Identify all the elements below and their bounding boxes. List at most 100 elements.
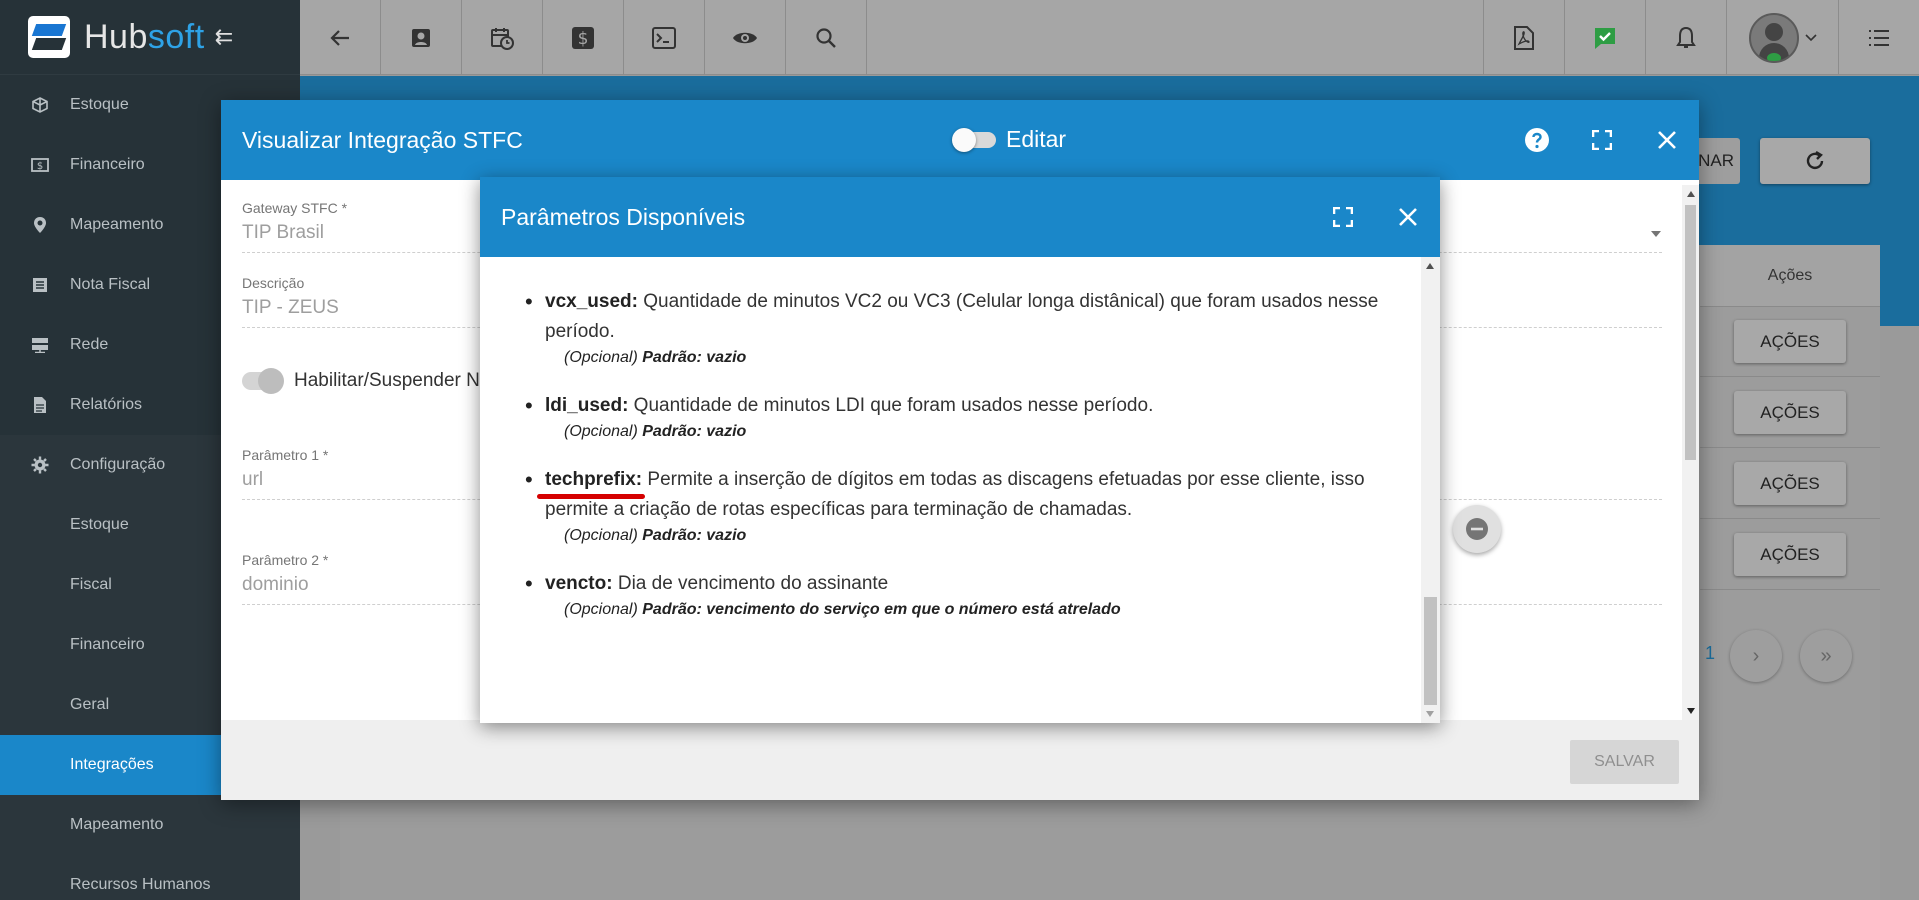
fullscreen-icon bbox=[1591, 130, 1612, 150]
modal-title: Visualizar Integração STFC bbox=[242, 126, 523, 153]
scroll-up-arrow[interactable] bbox=[1687, 191, 1695, 197]
scroll-up-arrow[interactable] bbox=[1426, 263, 1434, 269]
top-toolbar: $ bbox=[300, 0, 1919, 75]
sidebar-item-label: Estoque bbox=[70, 96, 129, 113]
switch-knob[interactable] bbox=[258, 368, 284, 394]
sidebar-subitem-recursos-humanos[interactable]: Recursos Humanos bbox=[0, 855, 300, 900]
box-icon bbox=[30, 95, 50, 115]
edit-toggle-label: Editar bbox=[1006, 126, 1067, 152]
refresh-button[interactable] bbox=[1760, 138, 1870, 184]
search-button[interactable] bbox=[786, 0, 867, 75]
chevron-right-icon: › bbox=[1752, 644, 1760, 667]
inner-close-button[interactable] bbox=[1375, 177, 1440, 257]
list-item: • ldi_used: Quantidade de minutos LDI qu… bbox=[525, 393, 1154, 440]
switch-track[interactable] bbox=[242, 368, 284, 394]
param-key: ldi_used: bbox=[545, 395, 629, 416]
save-button[interactable]: SALVAR bbox=[1570, 740, 1679, 784]
map-pin-icon bbox=[30, 215, 50, 235]
sidebar-subitem-label: Estoque bbox=[70, 516, 129, 533]
logo-icon bbox=[28, 16, 70, 58]
scrollbar-thumb[interactable] bbox=[1685, 205, 1696, 460]
param-description: Dia de vencimento do assinante bbox=[612, 573, 889, 594]
terminal-button[interactable] bbox=[624, 0, 705, 75]
param-description: Permite a inserção de dígitos em todas a… bbox=[545, 469, 1365, 520]
param-key: vcx_used: bbox=[545, 291, 638, 312]
acoes-button[interactable]: AÇÕES bbox=[1734, 391, 1846, 434]
param-default: Padrão: vazio bbox=[642, 527, 747, 544]
next-page-button[interactable]: › bbox=[1730, 630, 1782, 682]
help-icon bbox=[1524, 128, 1549, 152]
user-menu[interactable] bbox=[1726, 0, 1838, 75]
inner-modal-header: Parâmetros Disponíveis bbox=[480, 177, 1440, 257]
inner-fullscreen-button[interactable] bbox=[1310, 177, 1375, 257]
help-button[interactable] bbox=[1504, 100, 1569, 180]
contact-card-icon bbox=[412, 28, 430, 47]
scrollbar-thumb[interactable] bbox=[1424, 597, 1437, 705]
notifications-button[interactable] bbox=[1645, 0, 1726, 75]
scroll-down-arrow[interactable] bbox=[1426, 711, 1434, 717]
server-icon bbox=[30, 335, 50, 355]
switch-label: Habilitar/Suspender N bbox=[294, 370, 480, 391]
actions-column-header-label: Ações bbox=[1767, 266, 1813, 284]
schedule-button[interactable] bbox=[462, 0, 543, 75]
edit-toggle[interactable]: Editar bbox=[952, 126, 1067, 153]
list-menu-icon bbox=[1869, 29, 1889, 46]
dropdown-arrow-icon bbox=[1651, 231, 1661, 237]
edit-toggle-track[interactable] bbox=[952, 127, 996, 152]
acoes-button[interactable]: AÇÕES bbox=[1734, 462, 1846, 505]
menu-button[interactable] bbox=[1838, 0, 1919, 75]
inner-scrollbar[interactable] bbox=[1421, 257, 1440, 723]
task-check-icon bbox=[1595, 27, 1615, 49]
sidebar-item-label: Nota Fiscal bbox=[70, 276, 151, 293]
minus-circle-icon bbox=[1466, 518, 1488, 540]
collapse-sidebar-icon[interactable]: ⇇ bbox=[215, 24, 233, 50]
close-button[interactable] bbox=[1634, 100, 1699, 180]
table-row: AÇÕES bbox=[1700, 520, 1880, 590]
param-default: Padrão: vazio bbox=[642, 423, 747, 440]
param-optional: (Opcional) bbox=[564, 601, 643, 618]
parameters-list: • vcx_used: Quantidade de minutos VC2 ou… bbox=[480, 257, 1421, 723]
acoes-button[interactable]: AÇÕES bbox=[1734, 320, 1846, 363]
fullscreen-button[interactable] bbox=[1569, 100, 1634, 180]
modal-header: Visualizar Integração STFC Editar bbox=[221, 100, 1699, 180]
actions-column-header: Ações bbox=[1700, 245, 1880, 307]
sidebar-item-label: Mapeamento bbox=[70, 216, 164, 233]
close-icon bbox=[1657, 131, 1676, 149]
finance-button[interactable]: $ bbox=[543, 0, 624, 75]
param-optional: (Opcional) bbox=[564, 423, 643, 440]
eye-icon bbox=[733, 32, 757, 43]
acoes-button[interactable]: AÇÕES bbox=[1734, 533, 1846, 576]
last-page-button[interactable]: » bbox=[1800, 630, 1852, 682]
list-item: • vencto: Dia de vencimento do assinante… bbox=[525, 571, 1121, 618]
bg-action-button-label: NAR bbox=[1698, 151, 1734, 170]
back-button[interactable] bbox=[300, 0, 381, 75]
view-button[interactable] bbox=[705, 0, 786, 75]
clients-button[interactable] bbox=[381, 0, 462, 75]
remove-parameter-button[interactable] bbox=[1453, 505, 1501, 553]
sidebar-subitem-mapeamento[interactable]: Mapeamento bbox=[0, 795, 300, 855]
logo-bar: Hubsoft ⇇ bbox=[0, 0, 300, 75]
table-row: AÇÕES bbox=[1700, 378, 1880, 448]
dollar-icon: $ bbox=[572, 26, 594, 49]
edit-toggle-knob[interactable] bbox=[952, 127, 976, 152]
list-icon bbox=[30, 275, 50, 295]
svg-text:$: $ bbox=[37, 161, 43, 172]
param-optional: (Opcional) bbox=[564, 527, 643, 544]
modal-scrollbar[interactable] bbox=[1682, 185, 1699, 720]
scroll-down-arrow[interactable] bbox=[1687, 708, 1695, 714]
inner-modal-title: Parâmetros Disponíveis bbox=[501, 203, 746, 230]
param-default: Padrão: vazio bbox=[642, 349, 747, 366]
logo-text: Hubsoft bbox=[84, 17, 205, 56]
sidebar-subitem-label: Mapeamento bbox=[70, 816, 164, 833]
bell-icon bbox=[1676, 26, 1696, 48]
fullscreen-icon bbox=[1332, 207, 1353, 227]
sidebar-subitem-label: Recursos Humanos bbox=[70, 876, 211, 893]
money-icon: $ bbox=[30, 155, 50, 175]
tasks-button[interactable] bbox=[1564, 0, 1645, 75]
pdf-button[interactable] bbox=[1483, 0, 1564, 75]
sidebar-subitem-label: Integrações bbox=[70, 756, 154, 773]
sidebar-subitem-label: Geral bbox=[70, 696, 110, 713]
red-underline-annotation bbox=[537, 494, 645, 499]
terminal-icon bbox=[652, 26, 676, 49]
list-item: • techprefix: Permite a inserção de dígi… bbox=[525, 467, 1365, 544]
